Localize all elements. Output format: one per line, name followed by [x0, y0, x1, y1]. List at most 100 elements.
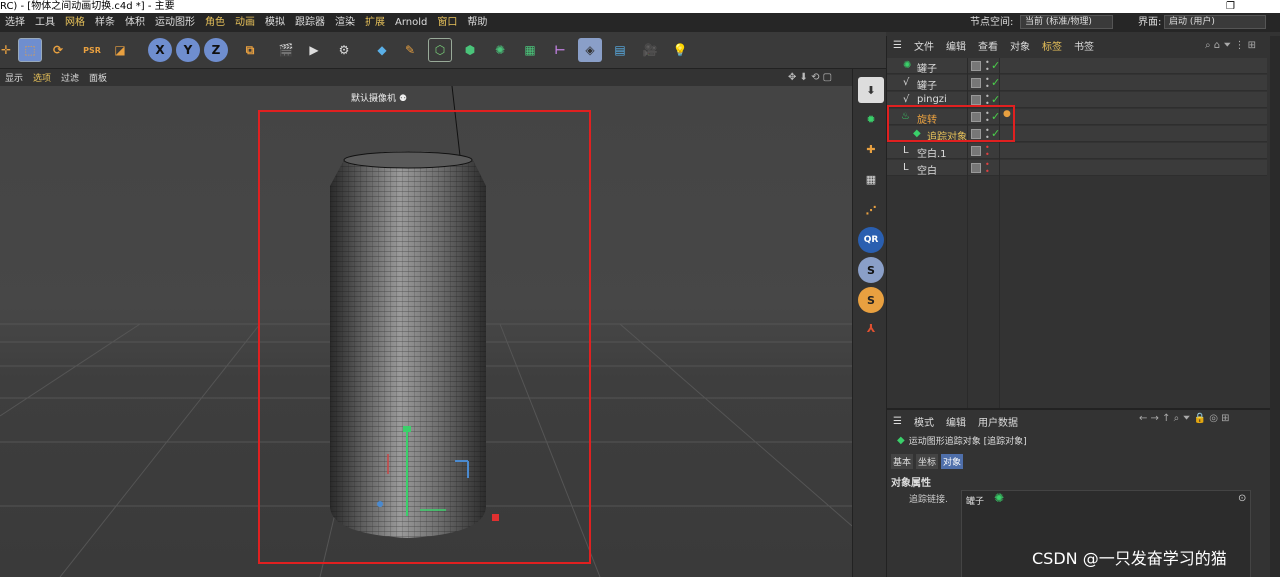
- menu-select[interactable]: 选择: [0, 13, 30, 32]
- rotate-tool-icon[interactable]: ⟳: [46, 38, 70, 62]
- object-row[interactable]: √ 罐子 • • ✓: [887, 75, 1267, 92]
- cloner-icon: ✺: [903, 60, 912, 71]
- menu-window[interactable]: 窗口: [432, 13, 462, 32]
- am-menu-mode[interactable]: 模式: [908, 414, 940, 429]
- pick-icon[interactable]: ⊙: [1238, 493, 1246, 504]
- tab-coord[interactable]: 坐标: [916, 454, 939, 469]
- subdivision-icon[interactable]: ⬡: [428, 38, 452, 62]
- cube-icon[interactable]: ◆: [370, 38, 394, 62]
- menu-spline[interactable]: 样条: [90, 13, 120, 32]
- om-menu-object[interactable]: 对象: [1004, 38, 1036, 53]
- axis-icon[interactable]: ⅄: [858, 315, 884, 341]
- viewport-menu-display[interactable]: 显示: [0, 71, 28, 84]
- download-icon[interactable]: ⬇: [858, 77, 884, 103]
- visibility-toggle[interactable]: [971, 146, 981, 156]
- node-space-dropdown[interactable]: 当前 (标准/物理): [1020, 15, 1113, 29]
- visibility-toggle[interactable]: [971, 78, 981, 88]
- visibility-toggle[interactable]: [971, 61, 981, 71]
- mograph-icon[interactable]: ▦: [518, 38, 542, 62]
- floor-icon[interactable]: ▤: [608, 38, 632, 62]
- watermark: CSDN @一只发奋学习的猫: [1032, 549, 1227, 568]
- object-row[interactable]: L 空白 • •: [887, 160, 1267, 177]
- tab-basic[interactable]: 基本: [891, 454, 914, 469]
- om-menu-edit[interactable]: 编辑: [940, 38, 972, 53]
- om-menu-file[interactable]: 文件: [908, 38, 940, 53]
- render-dots[interactable]: • •: [985, 76, 990, 91]
- recent-tool-icon[interactable]: ◪: [108, 38, 132, 62]
- tool-palette: ⬇ ✹ ✚ ▦ ⋰ QR S S ⅄: [852, 69, 886, 577]
- render-dots[interactable]: • •: [985, 161, 990, 176]
- field-icon[interactable]: ◈: [578, 38, 602, 62]
- render-dots[interactable]: • •: [985, 59, 990, 74]
- restore-icon[interactable]: ❐: [1226, 0, 1235, 13]
- viewport-menu-panel[interactable]: 面板: [84, 71, 112, 84]
- object-manager-menu: ☰ 文件 编辑 查看 对象 标签 书签 ⌕ ⌂ ⏷ ⋮ ⊞: [887, 36, 1271, 55]
- hamburger-icon[interactable]: ☰: [887, 416, 908, 427]
- render-picture-icon[interactable]: ▶: [302, 38, 326, 62]
- y-axis-icon[interactable]: Y: [176, 38, 200, 62]
- hamburger-icon[interactable]: ☰: [887, 40, 908, 51]
- deformer-icon[interactable]: ⊢: [548, 38, 572, 62]
- visibility-toggle[interactable]: [971, 95, 981, 105]
- snap-icon[interactable]: ✚: [858, 136, 884, 162]
- am-object-title: ◆ 运动图形追踪对象 [追踪对象]: [897, 435, 1027, 447]
- om-menu-view[interactable]: 查看: [972, 38, 1004, 53]
- render-settings-icon[interactable]: ⚙: [332, 38, 356, 62]
- knife-icon[interactable]: ⋰: [858, 197, 884, 223]
- light-icon[interactable]: 💡: [668, 38, 692, 62]
- viewport-nav-icons[interactable]: ✥ ⬇ ⟲ ▢: [788, 72, 832, 83]
- menu-volume[interactable]: 体积: [120, 13, 150, 32]
- psr-tool-icon[interactable]: PSR: [80, 38, 104, 62]
- object-row[interactable]: ✺ 罐子 • • ✓: [887, 58, 1267, 75]
- interface-dropdown[interactable]: 启动 (用户): [1164, 15, 1266, 29]
- menu-help[interactable]: 帮助: [462, 13, 492, 32]
- trace-link-item[interactable]: 罐子: [966, 494, 984, 507]
- menu-extensions[interactable]: 扩展: [360, 13, 390, 32]
- tracer-icon: ◆: [897, 435, 905, 446]
- move-tool-icon[interactable]: ✛: [0, 38, 18, 62]
- visibility-toggle[interactable]: [971, 163, 981, 173]
- om-menu-bookmarks[interactable]: 书签: [1068, 38, 1100, 53]
- grid-icon[interactable]: ▦: [858, 166, 884, 192]
- am-tabs: 基本 坐标 对象: [891, 454, 964, 469]
- window-titlebar: RC) - [物体之间动画切换.c4d *] - 主要 ❐: [0, 0, 1280, 13]
- coordinate-system-icon[interactable]: ⧉: [238, 38, 262, 62]
- render-dots[interactable]: • •: [985, 144, 990, 159]
- sketch-icon[interactable]: S: [858, 287, 884, 313]
- trace-link-label: 追踪链接.: [909, 495, 948, 505]
- extrude-icon[interactable]: ⬢: [458, 38, 482, 62]
- render-view-icon[interactable]: 🎬: [274, 38, 298, 62]
- menu-character[interactable]: 角色: [200, 13, 230, 32]
- cloner-icon[interactable]: ✺: [488, 38, 512, 62]
- object-row[interactable]: L 空白.1 • •: [887, 143, 1267, 160]
- menu-animate[interactable]: 动画: [230, 13, 260, 32]
- menu-render[interactable]: 渲染: [330, 13, 360, 32]
- z-axis-icon[interactable]: Z: [204, 38, 228, 62]
- camera-icon[interactable]: 🎥: [638, 38, 662, 62]
- highlight-box: [887, 105, 1015, 142]
- menu-tools[interactable]: 工具: [30, 13, 60, 32]
- am-menu-userdata[interactable]: 用户数据: [972, 414, 1024, 429]
- attribute-menu: ☰ 模式 编辑 用户数据: [887, 412, 1024, 430]
- qr-icon[interactable]: QR: [858, 227, 884, 253]
- menu-arnold[interactable]: Arnold: [390, 13, 432, 32]
- viewport-menu-filter[interactable]: 过滤: [56, 71, 84, 84]
- am-menu-edit[interactable]: 编辑: [940, 414, 972, 429]
- x-axis-icon[interactable]: X: [148, 38, 172, 62]
- viewport-menu-options[interactable]: 选项: [28, 71, 56, 84]
- 3d-viewport[interactable]: 默认摄像机 ⚉: [0, 86, 852, 577]
- menu-mesh[interactable]: 网格: [60, 13, 90, 32]
- menu-simulate[interactable]: 模拟: [260, 13, 290, 32]
- menu-mograph[interactable]: 运动图形: [150, 13, 200, 32]
- om-menu-tags[interactable]: 标签: [1036, 38, 1068, 53]
- tab-object[interactable]: 对象: [941, 454, 964, 469]
- node-space-label: 节点空间:: [970, 17, 1014, 28]
- menu-tracker[interactable]: 跟踪器: [290, 13, 330, 32]
- am-nav-icons[interactable]: ← → ↑ ⌕ ⏷ 🔒 ◎ ⊞: [1139, 413, 1230, 424]
- pen-icon[interactable]: ✎: [398, 38, 422, 62]
- solo-icon[interactable]: S: [858, 257, 884, 283]
- camera-label: 默认摄像机 ⚉: [351, 94, 407, 104]
- scale-tool-icon[interactable]: ⬚: [18, 38, 42, 62]
- polygon-pen-icon[interactable]: ✹: [858, 106, 884, 132]
- om-search-icons[interactable]: ⌕ ⌂ ⏷ ⋮ ⊞: [1205, 40, 1256, 51]
